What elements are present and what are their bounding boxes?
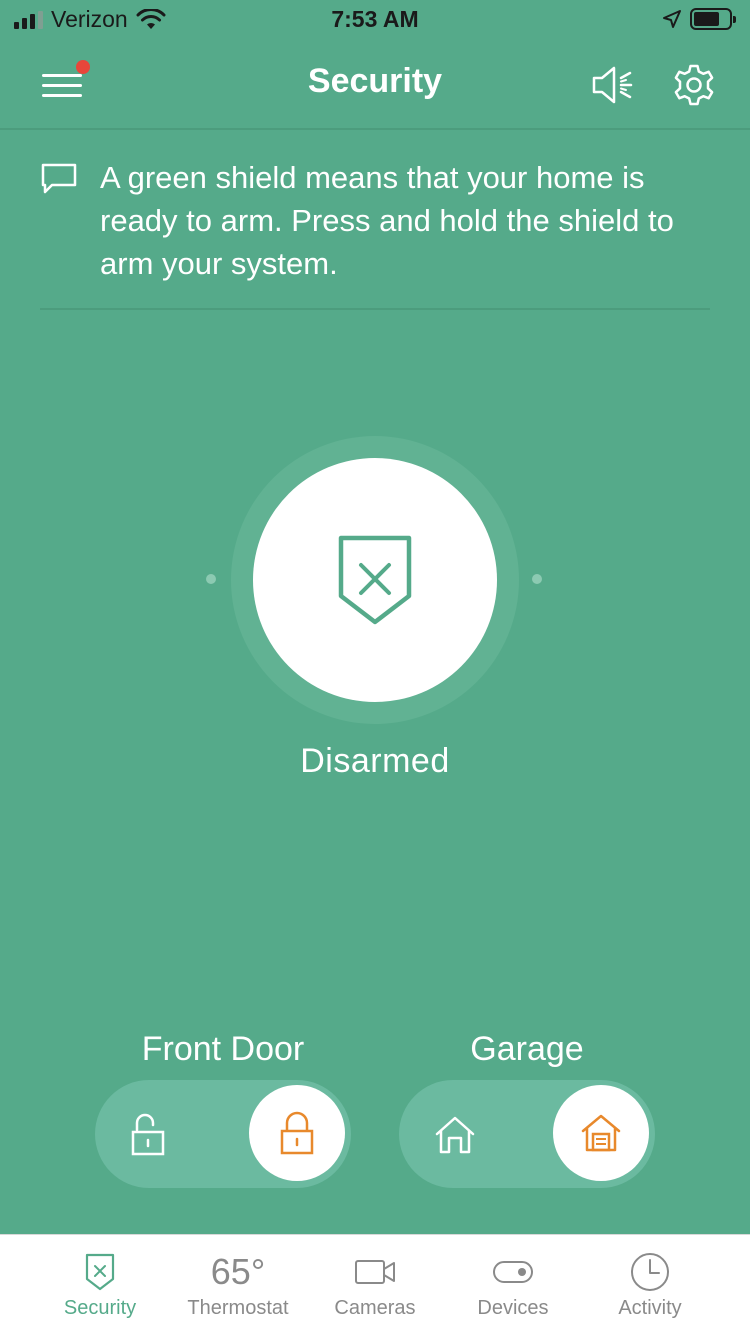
security-status: Disarmed xyxy=(300,742,450,780)
left-indicator-dot xyxy=(206,574,216,584)
info-message: A green shield means that your home is r… xyxy=(40,148,710,310)
tab-activity[interactable]: Activity xyxy=(575,1235,725,1334)
tab-devices-label: Devices xyxy=(477,1297,549,1319)
chat-bubble-icon xyxy=(41,163,77,194)
shield-x-icon xyxy=(85,1253,115,1291)
garage-toggle[interactable] xyxy=(399,1080,655,1188)
locked-icon xyxy=(280,1111,314,1155)
speaker-button[interactable] xyxy=(590,62,638,108)
status-bar-right xyxy=(662,8,736,30)
info-message-text: A green shield means that your home is r… xyxy=(100,160,674,281)
tab-devices[interactable]: Devices xyxy=(438,1235,588,1334)
garage-closed-icon xyxy=(581,1114,621,1152)
front-door-toggle[interactable] xyxy=(95,1080,351,1188)
settings-button[interactable] xyxy=(670,62,718,108)
speaker-icon xyxy=(592,66,633,104)
tab-cameras[interactable]: Cameras xyxy=(300,1235,450,1334)
status-bar: Verizon 7:53 AM xyxy=(0,0,750,40)
tab-security-label: Security xyxy=(63,1297,137,1319)
battery-icon xyxy=(690,8,736,30)
shield-x-icon xyxy=(338,535,412,625)
location-arrow-icon xyxy=(663,10,681,28)
tab-activity-label: Activity xyxy=(618,1297,682,1319)
tab-cameras-label: Cameras xyxy=(334,1297,416,1319)
unlocked-icon xyxy=(131,1113,165,1156)
status-time: 7:53 AM xyxy=(331,6,419,32)
app-header: Security xyxy=(0,40,750,130)
camera-icon xyxy=(355,1260,395,1284)
garage-knob[interactable] xyxy=(553,1085,649,1181)
gear-icon xyxy=(674,64,714,106)
toggle-icon xyxy=(493,1261,533,1283)
front-door-title: Front Door xyxy=(141,1030,305,1068)
clock-icon xyxy=(631,1253,669,1291)
front-door-knob[interactable] xyxy=(249,1085,345,1181)
garage-title: Garage xyxy=(470,1030,584,1068)
arm-shield-button[interactable] xyxy=(253,458,497,702)
thermostat-temperature: 65° xyxy=(210,1251,266,1292)
garage-open-icon xyxy=(435,1116,475,1154)
tab-bar: Security 65° Thermostat Cameras Devices xyxy=(0,1234,750,1334)
tab-thermostat-label: Thermostat xyxy=(187,1297,289,1319)
tab-thermostat[interactable]: 65° Thermostat xyxy=(163,1235,313,1334)
tab-security[interactable]: Security xyxy=(25,1235,175,1334)
right-indicator-dot xyxy=(532,574,542,584)
